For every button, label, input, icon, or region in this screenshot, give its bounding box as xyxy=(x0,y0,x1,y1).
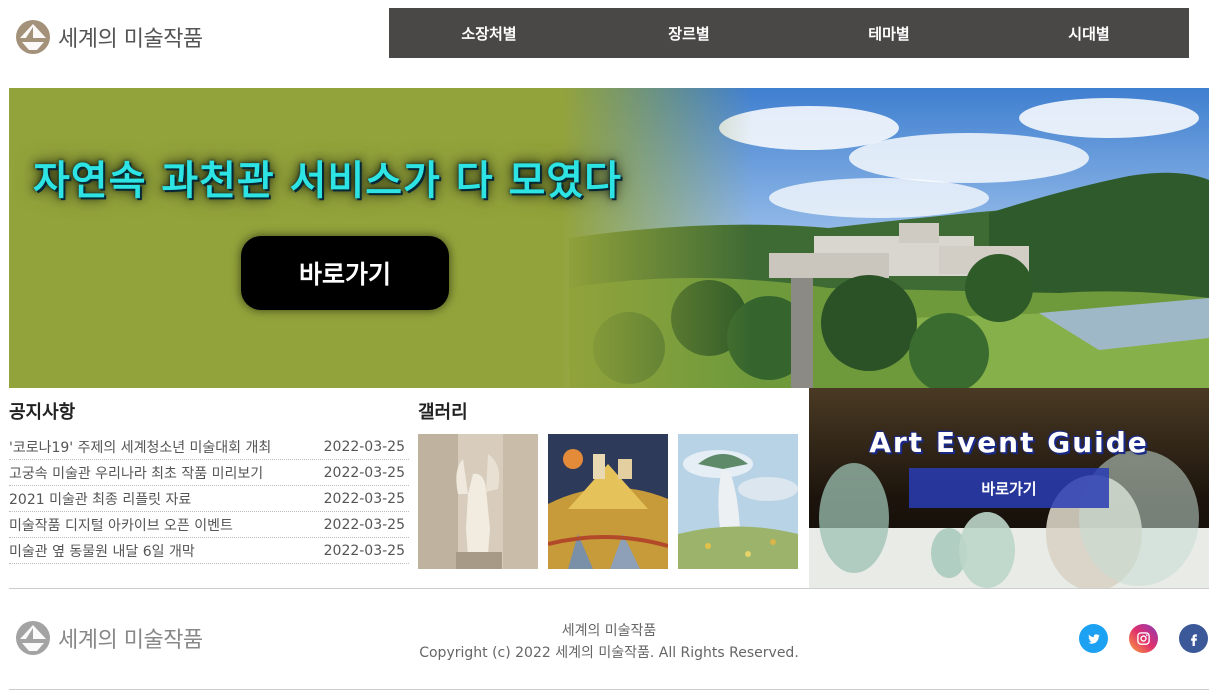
hero-go-button[interactable]: 바로가기 xyxy=(241,236,449,310)
site-logo[interactable]: 세계의 미술작품 xyxy=(15,19,203,55)
notice-list: '코로나19' 주제의 세계청소년 미술대회 개최 2022-03-25 고궁속… xyxy=(9,434,409,564)
hero-banner: 자연속 과천관 서비스가 다 모였다 바로가기 xyxy=(9,88,1209,388)
footer-site-name: 세계의 미술작품 xyxy=(561,623,657,639)
notice-item[interactable]: '코로나19' 주제의 세계청소년 미술대회 개최 2022-03-25 xyxy=(9,434,409,460)
notice-item[interactable]: 미술작품 디지털 아카이브 오픈 이벤트 2022-03-25 xyxy=(9,512,409,538)
gallery-thumb-woman-parasol[interactable] xyxy=(678,434,798,569)
notice-item-date: 2022-03-25 xyxy=(323,490,405,507)
nav-item-theme[interactable]: 테마별 xyxy=(789,8,989,58)
event-banner: Art Event Guide 바로가기 xyxy=(809,388,1209,588)
gallery-thumbs xyxy=(418,434,808,569)
event-title: Art Event Guide xyxy=(869,426,1149,459)
notice-item-title[interactable]: 2021 미술관 최종 리플릿 자료 xyxy=(9,489,191,509)
nav-item-genre[interactable]: 장르별 xyxy=(589,8,789,58)
notice-item-title[interactable]: 고궁속 미술관 우리나라 최초 작품 미리보기 xyxy=(9,463,263,483)
notice-item[interactable]: 고궁속 미술관 우리나라 최초 작품 미리보기 2022-03-25 xyxy=(9,460,409,486)
footer-logo-text: 세계의 미술작품 xyxy=(58,628,203,653)
footer-divider-bottom xyxy=(9,689,1209,690)
gallery-thumb-sculpture[interactable] xyxy=(418,434,538,569)
footer-divider-top xyxy=(9,588,1209,589)
twitter-link[interactable] xyxy=(1079,624,1108,653)
twitter-icon xyxy=(1087,633,1100,644)
notice-item-title[interactable]: 미술작품 디지털 아카이브 오픈 이벤트 xyxy=(9,515,233,535)
instagram-icon xyxy=(1137,632,1150,645)
footer-copyright: Copyright (c) 2022 세계의 미술작품. All Rights … xyxy=(419,645,799,661)
footer-info: 세계의 미술작품 Copyright (c) 2022 세계의 미술작품. Al… xyxy=(409,620,809,664)
notice-item[interactable]: 2021 미술관 최종 리플릿 자료 2022-03-25 xyxy=(9,486,409,512)
main-nav: 소장처별 장르별 테마별 시대별 xyxy=(389,8,1189,58)
logo-icon xyxy=(16,621,50,655)
notice-item-date: 2022-03-25 xyxy=(323,516,405,533)
logo-icon xyxy=(16,20,50,54)
notice-item-title[interactable]: 미술관 옆 동물원 내달 6일 개막 xyxy=(9,541,195,561)
event-go-button[interactable]: 바로가기 xyxy=(909,468,1109,508)
facebook-link[interactable] xyxy=(1179,624,1208,653)
nav-item-collection[interactable]: 소장처별 xyxy=(389,8,589,58)
nav-item-era[interactable]: 시대별 xyxy=(989,8,1189,58)
footer-logo[interactable]: 세계의 미술작품 xyxy=(15,620,203,656)
notice-item-date: 2022-03-25 xyxy=(323,438,405,455)
notice-section: 공지사항 '코로나19' 주제의 세계청소년 미술대회 개최 2022-03-2… xyxy=(9,398,409,564)
notice-item-date: 2022-03-25 xyxy=(323,464,405,481)
instagram-link[interactable] xyxy=(1129,624,1158,653)
facebook-icon xyxy=(1190,633,1197,646)
notice-title: 공지사항 xyxy=(9,402,76,423)
notice-item[interactable]: 미술관 옆 동물원 내달 6일 개막 2022-03-25 xyxy=(9,538,409,564)
notice-item-title[interactable]: '코로나19' 주제의 세계청소년 미술대회 개최 xyxy=(9,437,271,457)
gallery-section: 갤러리 xyxy=(418,398,808,569)
gallery-thumb-painting-city[interactable] xyxy=(548,434,668,569)
gallery-title: 갤러리 xyxy=(418,402,468,423)
hero-title: 자연속 과천관 서비스가 다 모였다 xyxy=(33,158,622,204)
logo-text: 세계의 미술작품 xyxy=(58,27,203,52)
notice-item-date: 2022-03-25 xyxy=(323,542,405,559)
hero-museum-photo xyxy=(9,88,1209,388)
